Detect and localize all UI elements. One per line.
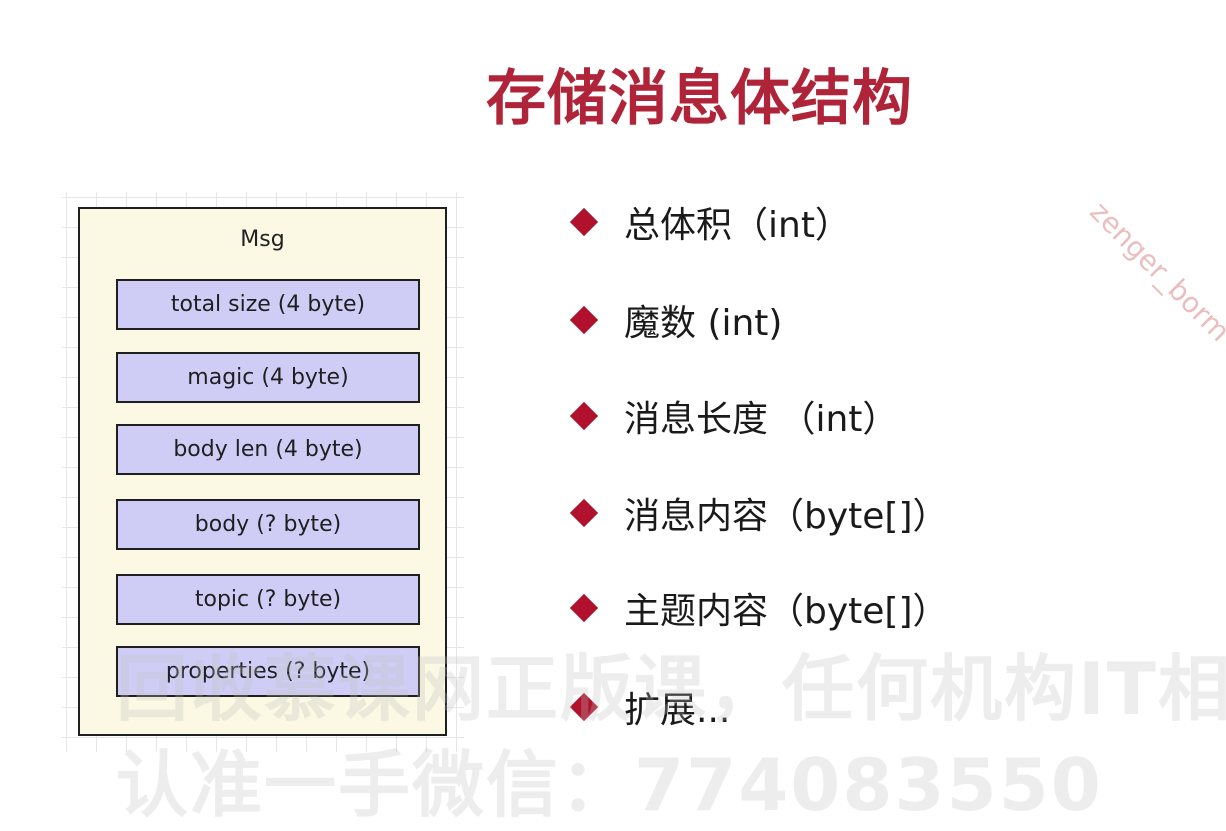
diamond-bullet-icon (569, 401, 599, 431)
bullet-text: 魔数 (int) (624, 303, 783, 344)
bullet-item: 总体积（int） (566, 192, 851, 252)
field-body: body (? byte) (116, 499, 420, 550)
field-topic: topic (? byte) (116, 574, 420, 625)
bullet-item: 消息长度 （int） (566, 386, 898, 446)
diamond-bullet-icon (569, 593, 599, 623)
bullet-text: 总体积（int） (624, 205, 851, 246)
msg-container-label: Msg (240, 227, 285, 252)
field-magic: magic (4 byte) (116, 352, 420, 403)
bullet-item: 主题内容（byte[]） (566, 578, 949, 638)
watermark-line-2: 认准一手微信：774083550 (116, 743, 1103, 827)
bullet-text: 主题内容（byte[]） (624, 591, 949, 632)
slide-title: 存储消息体结构 (486, 64, 913, 134)
watermark-line-1: 回收慕课网正版课，任何机构IT相关的正版 (116, 647, 1226, 731)
field-total-size: total size (4 byte) (116, 279, 420, 330)
diamond-bullet-icon (569, 207, 599, 237)
field-body-len: body len (4 byte) (116, 424, 420, 475)
diamond-bullet-icon (569, 305, 599, 335)
diamond-bullet-icon (569, 498, 599, 528)
bullet-item: 消息内容（byte[]） (566, 483, 949, 543)
bullet-item: 魔数 (int) (566, 290, 782, 350)
watermark-diagonal: zenger_borm (1083, 194, 1226, 349)
bullet-text: 消息长度 （int） (624, 399, 899, 440)
bullet-text: 消息内容（byte[]） (624, 496, 949, 537)
